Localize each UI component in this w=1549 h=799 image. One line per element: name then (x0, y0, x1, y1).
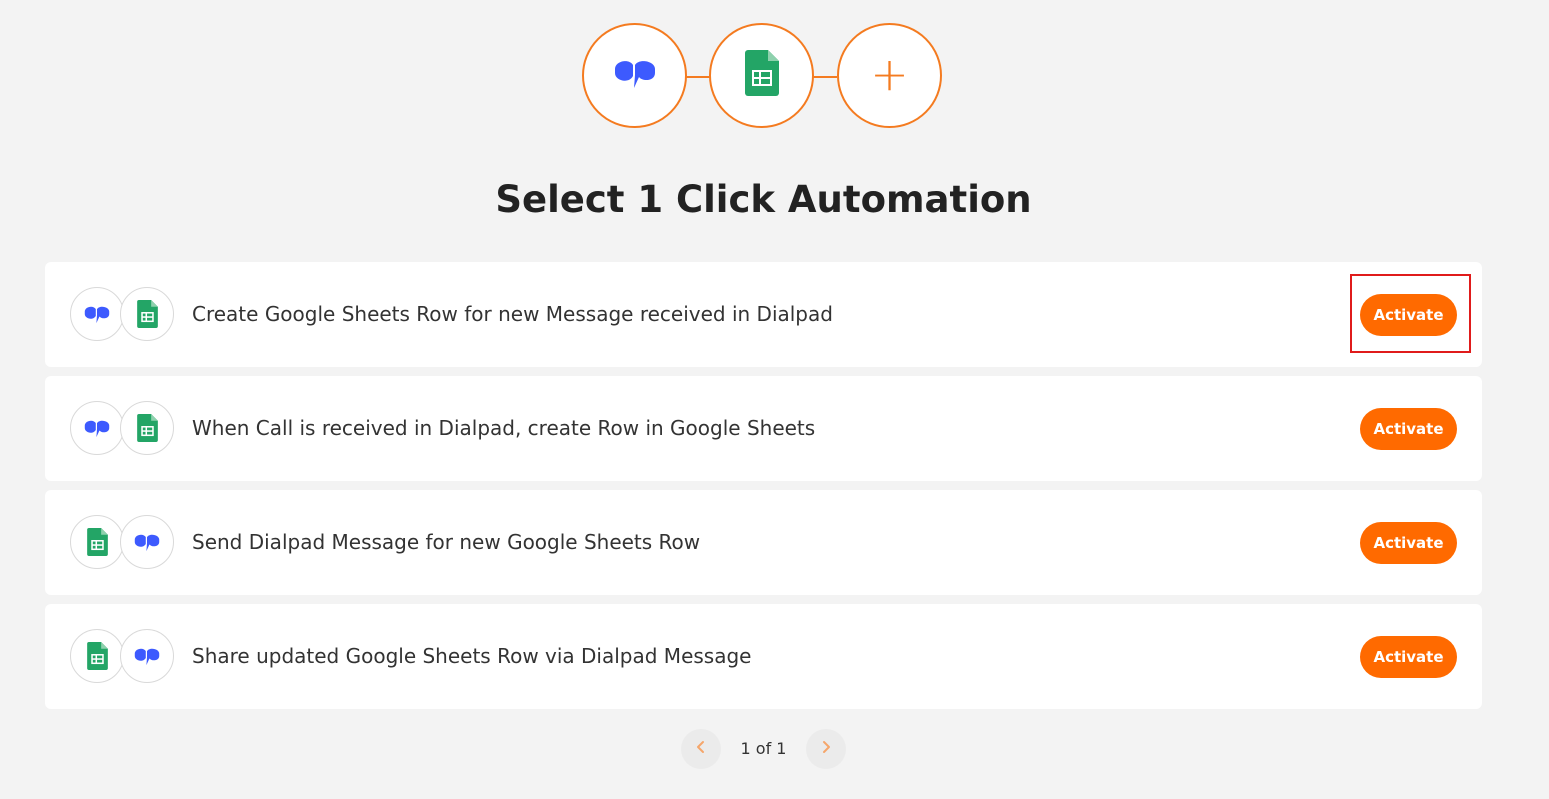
google-sheets-icon (744, 50, 779, 101)
automation-title: Share updated Google Sheets Row via Dial… (192, 644, 752, 668)
row-app-icons (70, 287, 174, 342)
row-app-icons (70, 515, 174, 570)
google-sheets-icon (120, 401, 174, 455)
dialpad-icon (70, 287, 124, 341)
activate-button[interactable]: Activate (1360, 294, 1457, 336)
automation-title: Create Google Sheets Row for new Message… (192, 302, 833, 326)
page-indicator: 1 of 1 (740, 739, 787, 758)
dialpad-app-circle[interactable] (582, 23, 687, 128)
dialpad-icon (611, 55, 659, 96)
automation-title: Send Dialpad Message for new Google Shee… (192, 530, 701, 554)
connector-line (813, 76, 837, 78)
dialpad-icon (120, 629, 174, 683)
google-sheets-icon (120, 287, 174, 341)
automation-list: Create Google Sheets Row for new Message… (45, 262, 1482, 718)
google-sheets-icon (70, 515, 124, 569)
plus-icon: + (870, 46, 909, 101)
activate-button[interactable]: Activate (1360, 408, 1457, 450)
row-app-icons (70, 629, 174, 684)
chevron-left-icon (695, 740, 707, 759)
google-sheets-icon (70, 629, 124, 683)
next-page-button[interactable] (806, 729, 846, 769)
activate-button[interactable]: Activate (1360, 636, 1457, 678)
add-app-button[interactable]: + (837, 23, 942, 128)
automation-row: Share updated Google Sheets Row via Dial… (45, 604, 1482, 709)
automation-title: When Call is received in Dialpad, create… (192, 416, 816, 440)
chevron-right-icon (820, 740, 832, 759)
row-app-icons (70, 401, 174, 456)
page-title: Select 1 Click Automation (495, 178, 1032, 221)
pagination: 1 of 1 (681, 729, 847, 769)
prev-page-button[interactable] (681, 729, 721, 769)
google-sheets-app-circle[interactable] (709, 23, 814, 128)
automation-row: Send Dialpad Message for new Google Shee… (45, 490, 1482, 595)
dialpad-icon (120, 515, 174, 569)
connector-line (686, 76, 710, 78)
automation-row: Create Google Sheets Row for new Message… (45, 262, 1482, 367)
dialpad-icon (70, 401, 124, 455)
activate-button[interactable]: Activate (1360, 522, 1457, 564)
automation-row: When Call is received in Dialpad, create… (45, 376, 1482, 481)
app-chain: + (582, 23, 946, 133)
